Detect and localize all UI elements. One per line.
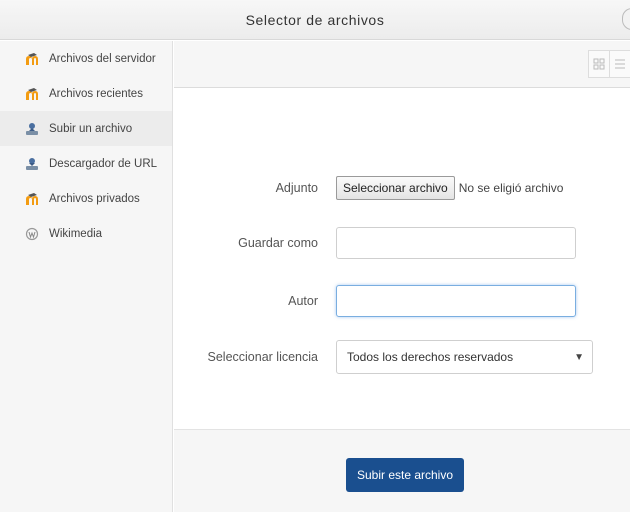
sidebar-item-label: Descargador de URL [49,157,158,170]
upload-file-button[interactable]: Subir este archivo [346,458,464,492]
sidebar-item-label: Archivos privados [49,192,140,205]
list-view-button[interactable] [609,50,630,78]
moodle-icon [25,192,39,206]
dialog-title: Selector de archivos [245,11,385,28]
sidebar-item-url-downloader[interactable]: Descargador de URL [0,146,172,181]
license-select[interactable]: Todos los derechos reservados ▼ [336,340,593,374]
attachment-row: Adjunto Seleccionar archivo No se eligió… [174,173,630,203]
author-row: Autor [174,285,630,317]
file-toolbar [174,41,630,88]
dialog-titlebar: Selector de archivos [0,0,630,40]
wikimedia-icon [25,227,39,241]
download-icon [25,157,39,171]
save-as-input[interactable] [336,227,576,259]
author-label: Autor [288,294,318,308]
license-selected-value: Todos los derechos reservados [347,350,514,364]
grid-view-icon [593,58,605,70]
no-file-status: No se eligió archivo [458,181,564,195]
upload-icon [25,122,39,136]
sidebar-item-label: Archivos del servidor [49,52,156,65]
close-button[interactable] [622,8,630,30]
dropdown-arrow-icon: ▼ [574,351,584,363]
upload-form: Adjunto Seleccionar archivo No se eligió… [174,89,630,429]
sidebar-item-upload-file[interactable]: Subir un archivo [0,111,172,146]
save-as-row: Guardar como [174,227,630,259]
choose-file-button[interactable]: Seleccionar archivo [336,176,455,200]
sidebar-item-recent-files[interactable]: Archivos recientes [0,76,172,111]
moodle-icon [25,87,39,101]
sidebar-item-label: Wikimedia [49,227,103,240]
sidebar-item-label: Archivos recientes [49,87,143,100]
sidebar-item-wikimedia[interactable]: Wikimedia [0,216,172,251]
sidebar-item-private-files[interactable]: Archivos privados [0,181,172,216]
view-switcher [588,50,630,78]
moodle-icon [25,52,39,66]
form-footer: Subir este archivo [174,429,630,512]
license-label: Seleccionar licencia [207,350,318,364]
list-view-icon [615,59,625,69]
repository-sidebar: Archivos del servidor Archivos recientes… [0,41,173,512]
author-input[interactable] [336,285,576,317]
license-row: Seleccionar licencia Todos los derechos … [174,340,630,374]
sidebar-item-label: Subir un archivo [49,122,133,135]
save-as-label: Guardar como [238,236,318,250]
grid-view-button[interactable] [588,50,610,78]
attachment-label: Adjunto [275,181,318,195]
sidebar-item-server-files[interactable]: Archivos del servidor [0,41,172,76]
